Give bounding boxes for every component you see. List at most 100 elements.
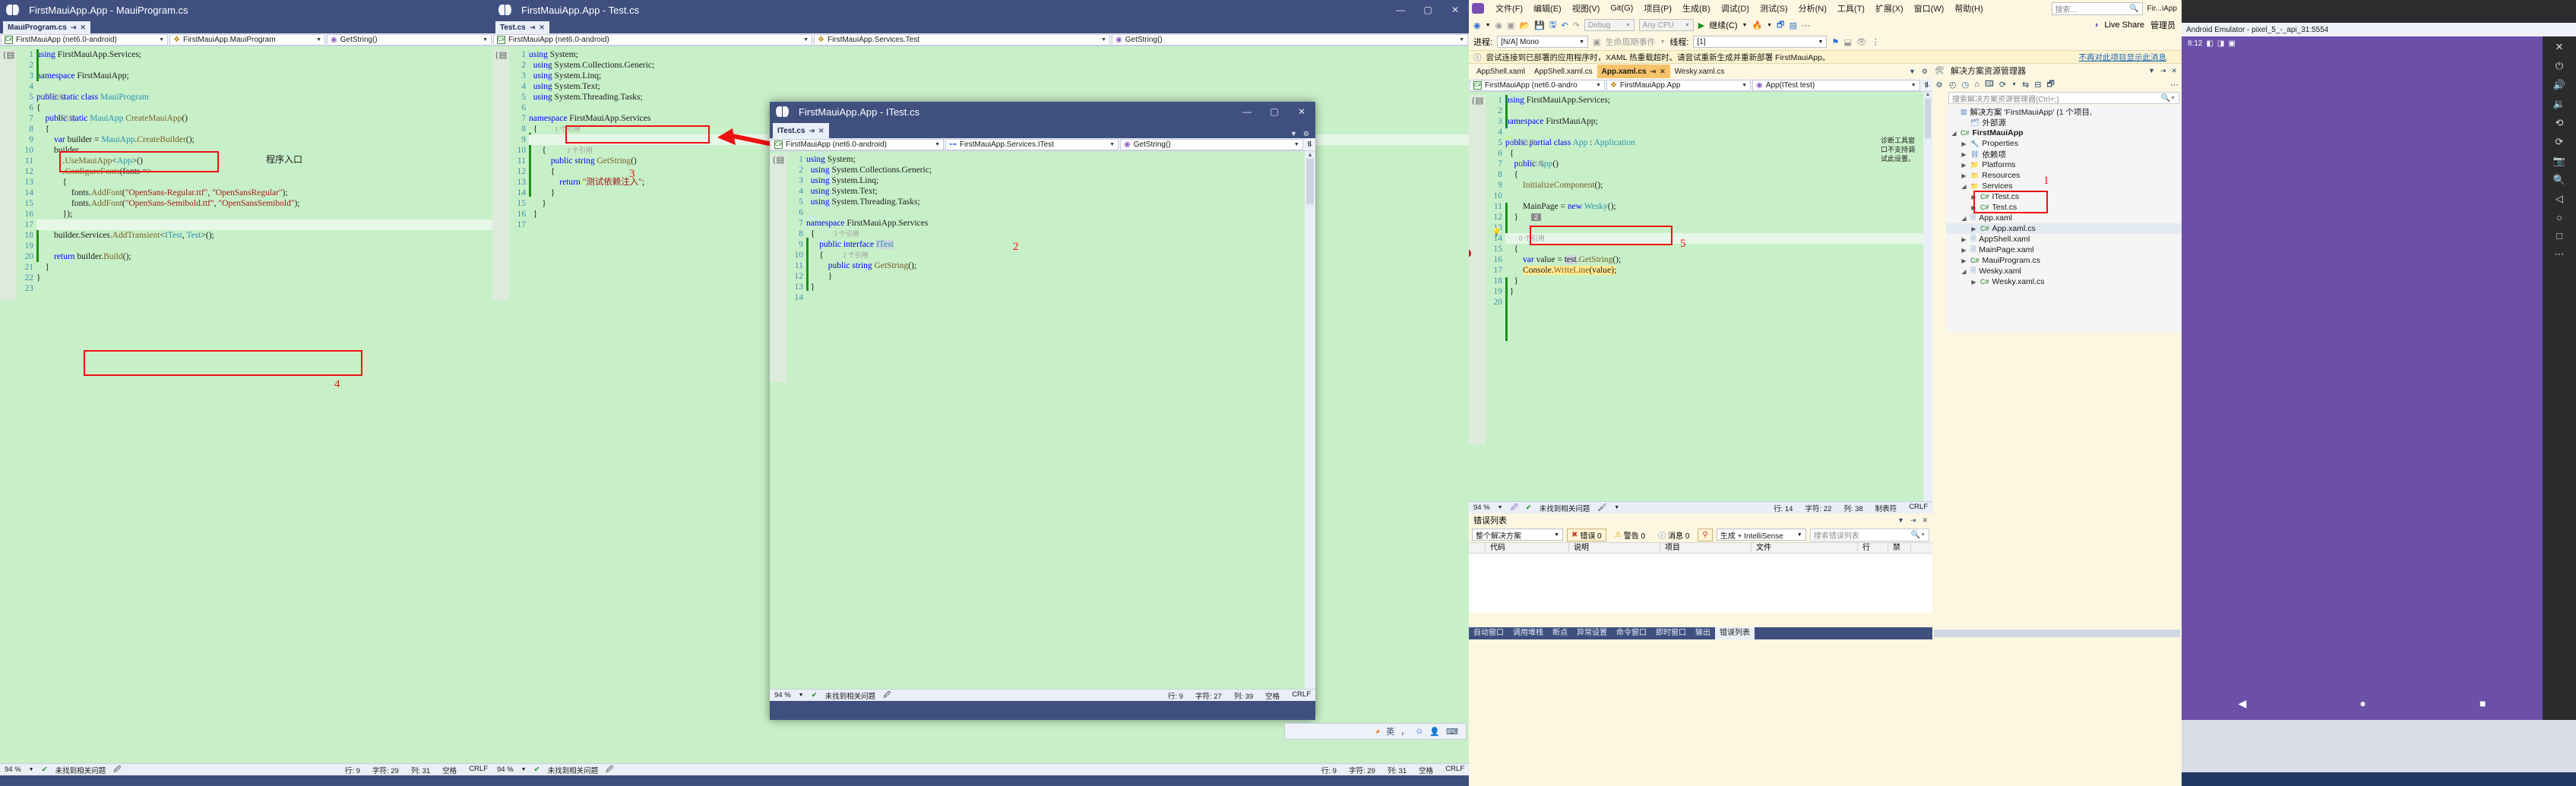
process-dropdown[interactable]: [N/A] Mono ▼ [1497, 36, 1589, 48]
bottom-tab-调用堆栈[interactable]: 调用堆栈 [1508, 627, 1548, 639]
chevron-down-icon[interactable]: ▼ [799, 693, 804, 698]
chevron-down-icon[interactable]: ▼ [1486, 23, 1491, 28]
pin-icon[interactable]: ⇥ [1650, 68, 1657, 76]
tree-item-itest.cs[interactable]: ▶ C# ITest.cs [1946, 191, 2182, 202]
twisty-icon[interactable]: ▶ [1960, 140, 1967, 147]
error-column-header[interactable] [1469, 542, 1486, 554]
tab-wesky-xaml-cs[interactable]: Wesky.xaml.cs [1669, 65, 1729, 78]
gear-icon[interactable]: ⚙ [1303, 130, 1309, 138]
open-file-icon[interactable]: 📂 [1520, 21, 1530, 30]
close-icon[interactable]: ✕ [80, 24, 86, 32]
search-icon[interactable]: 🔍 [2129, 5, 2138, 13]
w2-ref-method[interactable]: 2 个引用 [567, 145, 593, 156]
solution-explorer-search[interactable]: 搜索解决方案资源管理器(Ctrl+;) 🔍 ▼ [1948, 92, 2179, 104]
infobar-dismiss-link[interactable]: 不再对此项目显示此消息 [2079, 52, 2178, 63]
tree-item-[interactable]: ▶ ⛓ 依赖项 [1946, 149, 2182, 159]
menu-bar[interactable]: 文件(F) 编辑(E) 视图(V) Git(G) 项目(P) 生成(B) 调试(D) 测试(S… [1487, 0, 2052, 17]
pin-icon[interactable]: ⇥ [809, 127, 815, 135]
error-column-header[interactable]: 代码 [1486, 542, 1569, 554]
solution-explorer-toolbar[interactable]: ◴ ◷ ⌂ 🖽 ⟳ ▼ ⇆ ⊟ 🗗 ⋯ [1946, 77, 2182, 91]
menu-item-工具t[interactable]: 工具(T) [1832, 1, 1870, 16]
menu-item-编辑e[interactable]: 编辑(E) [1528, 1, 1567, 16]
build-intellisense-dropdown[interactable]: 生成 + IntelliSense ▼ [1716, 529, 1806, 541]
bottom-tab-错误列表[interactable]: 错误列表 [1715, 627, 1755, 639]
tab-itest-cs[interactable]: ITest.cs ⇥ ✕ [773, 123, 829, 138]
pin-icon[interactable]: ⇥ [71, 24, 77, 32]
error-column-header[interactable]: 项目 [1660, 542, 1752, 554]
new-project-icon[interactable]: ▣ [1507, 21, 1514, 30]
nav-type-dropdown[interactable]: ❖ FirstMauiApp.Services.Test ▼ [814, 33, 1110, 46]
redo-icon[interactable]: ↷ [1573, 21, 1580, 30]
emulator-screen[interactable]: 8:12 ◧ ◨ ▣ ▲ ▮ ▯ ✕ ⏻ 🔊 🔉 ⟲ ⟳ 📷 🔍 ◁ ○ □ ⋯… [2182, 36, 2576, 720]
chevron-down-icon[interactable]: ▼ [1498, 505, 1503, 510]
zoom-level[interactable]: 94 % [1473, 503, 1490, 512]
continue-button-label[interactable]: 继续(C) [1709, 19, 1737, 31]
nav-type-dropdown[interactable]: ⊶ FirstMauiApp.Services.ITest ▼ [945, 138, 1119, 150]
tree-item-mauiprogram.cs[interactable]: ▶ C# MauiProgram.cs [1946, 255, 2182, 266]
tree-item-app.xaml[interactable]: ◢ 🗎 App.xaml [1946, 213, 2182, 223]
solution-platform-dropdown[interactable]: Any CPU ▼ [1638, 19, 1694, 31]
chevron-down-icon[interactable]: ▼ [2148, 67, 2155, 75]
error-column-header[interactable]: 文件 [1752, 542, 1858, 554]
tab-overflow-icon[interactable]: ▼ [1290, 130, 1297, 138]
nav-project-dropdown[interactable]: C# FirstMauiApp (net6.0-android) ▼ [771, 138, 944, 150]
pending-changes-icon[interactable]: 🖽 [1985, 77, 1994, 92]
nav-member-dropdown[interactable]: ◉ GetString() ▼ [327, 33, 492, 46]
w1-ref-method[interactable]: 4 个引用 [50, 113, 76, 124]
pin-icon[interactable]: ⇥ [2160, 67, 2166, 75]
collapse-all-icon[interactable]: ⊟ [2034, 80, 2041, 90]
tab-appshell-xaml[interactable]: AppShell.xaml [1472, 65, 1530, 78]
pin-icon[interactable]: ⇥ [1910, 516, 1916, 525]
error-column-header[interactable]: 说明 [1569, 542, 1660, 554]
split-view-icon[interactable]: ⥮ [1304, 140, 1315, 149]
bottom-tool-tabs[interactable]: 自动窗口 调用堆栈 断点 异常设置 命令窗口 即时窗口 输出 错误列表 [1469, 627, 1932, 639]
navigate-back-icon[interactable]: ◉ [1473, 21, 1481, 30]
twisty-icon[interactable]: ▶ [1960, 257, 1967, 264]
tree-item-resources[interactable]: ▶ 📁 Resources [1946, 170, 2182, 181]
w3-ref-method[interactable]: 2 个引用 [843, 250, 869, 260]
nav-member-dropdown[interactable]: ◉ GetString() ▼ [1112, 33, 1468, 46]
window4-navbar[interactable]: C# FirstMauiApp (net6.0-andro ▼ ❖ FirstM… [1469, 79, 1932, 92]
chevron-down-icon[interactable]: ▼ [1767, 23, 1772, 28]
lifecycle-events-icon[interactable]: ▣ [1593, 37, 1600, 47]
twisty-icon[interactable]: ▶ [1960, 247, 1967, 254]
tree-item-wesky.xaml.cs[interactable]: ▶ C# Wesky.xaml.cs [1946, 276, 2182, 287]
window3-code[interactable]: using System; using System.Collections.G… [806, 154, 1315, 382]
stack-frame-icon[interactable]: ⬓ [1843, 37, 1851, 47]
back-icon[interactable]: ◁ [2555, 193, 2563, 205]
chevron-down-icon[interactable]: ▼ [1614, 505, 1619, 510]
w2-ref-class[interactable]: 1 个引用 [555, 124, 581, 134]
intellicode-icon[interactable]: 🖌 [1597, 503, 1606, 512]
minimize-button[interactable]: — [1387, 0, 1414, 20]
window3-editor[interactable]: {▤ 1 2 3 4 5 6 7 8 9 10 11 12 13 14 using System; usi… [770, 151, 1315, 689]
menu-item-扩展x[interactable]: 扩展(X) [1870, 1, 1909, 16]
pin-icon[interactable]: ⇥ [530, 24, 536, 32]
menu-item-测试s[interactable]: 测试(S) [1755, 1, 1793, 16]
emulator-navbar[interactable]: ◀ ● ■ [2182, 687, 2543, 720]
chevron-down-icon[interactable]: ▼ [1897, 516, 1904, 525]
editor-vscrollbar[interactable]: ▲ [1923, 92, 1932, 501]
undo-icon[interactable]: ↶ [1561, 21, 1568, 30]
search-icon[interactable]: 🔍 [2161, 94, 2170, 103]
tab-appshell-xaml-cs[interactable]: AppShell.xaml.cs [1529, 65, 1597, 78]
tree-item-wesky.xaml[interactable]: ◢ 🗎 Wesky.xaml [1946, 266, 2182, 276]
nav-member-dropdown[interactable]: ◉ App(ITest test) ▼ [1752, 79, 1920, 91]
window3-tabstrip[interactable]: ITest.cs ⇥ ✕ ▼ ⚙ [770, 122, 1315, 138]
lightbulb-icon[interactable]: 💡 [1492, 229, 1501, 237]
ime-punct-icon[interactable]: ， [1400, 725, 1409, 737]
window2-tabstrip[interactable]: Test.cs ⇥ ✕ [492, 20, 1469, 33]
nav-project-dropdown[interactable]: C# FirstMauiApp (net6.0-android) ▼ [493, 33, 812, 46]
gear-icon[interactable]: ⚙ [1922, 68, 1928, 76]
bottom-tab-断点[interactable]: 断点 [1548, 627, 1572, 639]
properties-tab-icon[interactable]: ⚙ [1936, 81, 1943, 90]
broom-icon[interactable]: 🖉 [606, 764, 613, 776]
errors-filter-button[interactable]: ✖ 错误 0 [1567, 528, 1606, 541]
zoom-level[interactable]: 94 % [774, 691, 791, 699]
watch-icon[interactable]: 👁 [1856, 37, 1867, 47]
live-visual-tree-icon[interactable]: 🗗 [1777, 18, 1784, 33]
nav-type-dropdown[interactable]: ❖ FirstMauiApp.App ▼ [1606, 79, 1751, 91]
ime-lang-icon[interactable]: 英 [1386, 725, 1394, 737]
overflow-icon[interactable]: ⋮ [1872, 37, 1880, 47]
close-icon[interactable]: ✕ [1660, 68, 1666, 76]
w4-ref-ctor2[interactable]: 0 个引用 [1519, 233, 1545, 244]
